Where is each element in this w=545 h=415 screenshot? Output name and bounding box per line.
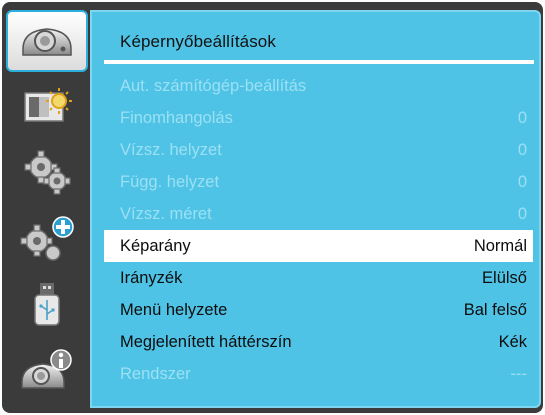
menu-row-system[interactable]: Rendszer ---	[104, 358, 533, 390]
sidebar-item-settings[interactable]	[6, 142, 88, 204]
title-divider	[104, 60, 534, 64]
menu-row-auto-pc-adjust[interactable]: Aut. számítógép-beállítás	[104, 70, 533, 102]
menu-panel: Képernyőbeállítások Aut. számítógép-beál…	[90, 10, 541, 408]
picture-adjust-icon	[19, 85, 75, 129]
menu-row-h-size[interactable]: Vízsz. méret 0	[104, 198, 533, 230]
projector-display-icon	[19, 19, 75, 63]
row-label: Megjelenített háttérszín	[120, 332, 292, 351]
sidebar-item-advanced[interactable]	[6, 208, 88, 270]
gears-setting-icon	[19, 149, 75, 197]
row-value: Elülső	[482, 268, 527, 287]
row-label: Finomhangolás	[120, 108, 233, 127]
usb-icon	[27, 280, 67, 330]
menu-title: Képernyőbeállítások	[120, 32, 276, 51]
gears-plus-icon	[17, 215, 77, 263]
row-label: Képarány	[120, 236, 191, 255]
sidebar-item-picture[interactable]	[6, 76, 88, 138]
row-label: Aut. számítógép-beállítás	[120, 76, 307, 95]
row-label: Vízsz. helyzet	[120, 140, 222, 159]
row-label: Menü helyzete	[120, 300, 228, 319]
row-value: Kék	[498, 332, 527, 351]
row-value: 0	[517, 204, 527, 223]
row-label: Függ. helyzet	[120, 172, 220, 191]
sidebar-item-usb[interactable]	[6, 274, 88, 336]
row-label: Rendszer	[120, 364, 191, 383]
sidebar	[6, 10, 88, 407]
menu-row-aspect-ratio[interactable]: Képarány Normál	[104, 230, 533, 262]
menu-row-fine-sync[interactable]: Finomhangolás 0	[104, 102, 533, 134]
menu-row-v-position[interactable]: Függ. helyzet 0	[104, 166, 533, 198]
menu-row-h-position[interactable]: Vízsz. helyzet 0	[104, 134, 533, 166]
row-value: ---	[510, 364, 527, 383]
row-value: 0	[517, 172, 527, 191]
menu-row-background-color[interactable]: Megjelenített háttérszín Kék	[104, 326, 533, 358]
row-value: Normál	[473, 236, 527, 255]
row-value: 0	[517, 108, 527, 127]
projector-info-icon	[19, 348, 75, 394]
sidebar-item-info[interactable]	[6, 340, 88, 402]
row-label: Vízsz. méret	[120, 204, 212, 223]
row-value: 0	[517, 140, 527, 159]
row-value: Bal felső	[463, 300, 527, 319]
sidebar-item-display[interactable]	[6, 10, 88, 72]
menu-row-projection[interactable]: Irányzék Elülső	[104, 262, 533, 294]
row-label: Irányzék	[120, 268, 183, 287]
menu-row-menu-position[interactable]: Menü helyzete Bal felső	[104, 294, 533, 326]
